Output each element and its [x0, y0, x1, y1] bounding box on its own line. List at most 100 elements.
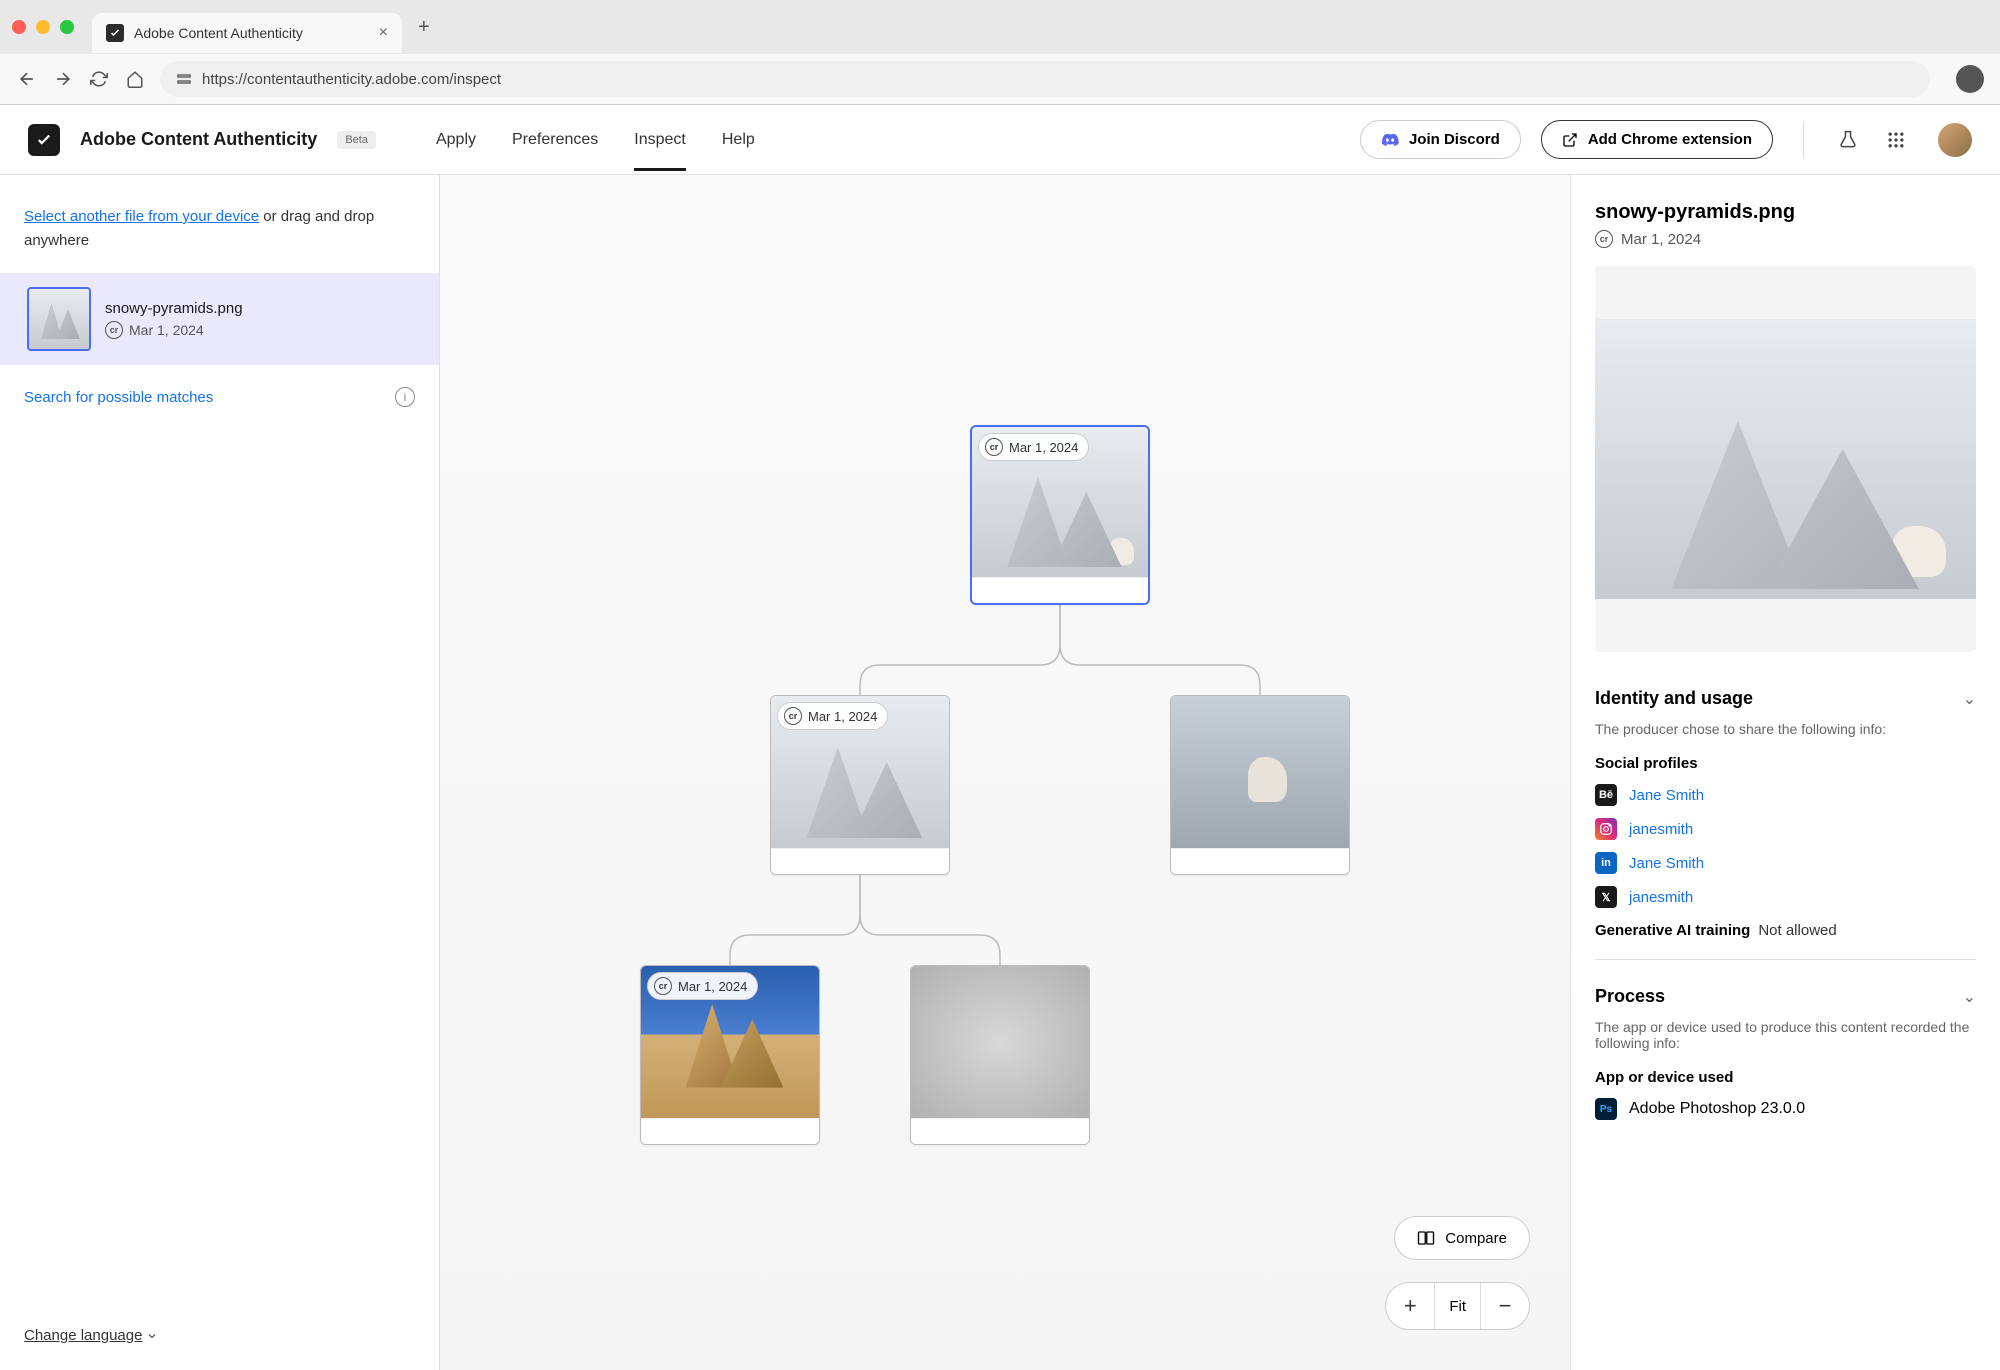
- node-bottom-right[interactable]: [910, 965, 1090, 1145]
- app-used-label: App or device used: [1595, 1069, 1976, 1086]
- node-bottom-left[interactable]: cr Mar 1, 2024: [640, 965, 820, 1145]
- identity-section-header[interactable]: Identity and usage ⌄: [1595, 680, 1976, 717]
- compare-button[interactable]: Compare: [1394, 1216, 1530, 1260]
- close-window[interactable]: [12, 20, 26, 34]
- lang-text: Change language: [24, 1327, 142, 1344]
- url-text: https://contentauthenticity.adobe.com/in…: [202, 71, 501, 88]
- back-icon[interactable]: [16, 68, 38, 90]
- forward-icon[interactable]: [52, 68, 74, 90]
- node-image: [1171, 696, 1349, 848]
- ai-training-field: Generative AI training Not allowed: [1595, 922, 1976, 939]
- search-matches-link[interactable]: Search for possible matches i: [0, 365, 439, 429]
- panel-date: cr Mar 1, 2024: [1595, 230, 1976, 248]
- zoom-fit-button[interactable]: Fit: [1434, 1283, 1481, 1329]
- add-extension-button[interactable]: Add Chrome extension: [1541, 120, 1773, 159]
- identity-subtitle: The producer chose to share the followin…: [1595, 721, 1976, 737]
- node-date: Mar 1, 2024: [1009, 440, 1078, 455]
- x-icon: 𝕏: [1595, 886, 1617, 908]
- divider: [1803, 122, 1804, 158]
- social-link: Jane Smith: [1629, 787, 1704, 804]
- provenance-canvas[interactable]: cr Mar 1, 2024 cr Mar 1, 2024 cr Mar 1, …: [440, 175, 1570, 1370]
- app-title: Adobe Content Authenticity: [80, 129, 317, 150]
- minimize-window[interactable]: [36, 20, 50, 34]
- new-tab-button[interactable]: +: [410, 16, 438, 39]
- tab-close-icon[interactable]: ×: [379, 24, 388, 42]
- file-info: snowy-pyramids.png cr Mar 1, 2024: [105, 300, 243, 339]
- preview-box: [1595, 266, 1976, 652]
- zoom-out-button[interactable]: −: [1481, 1282, 1529, 1330]
- social-linkedin[interactable]: in Jane Smith: [1595, 852, 1976, 874]
- social-behance[interactable]: Bē Jane Smith: [1595, 784, 1976, 806]
- node-footer: [972, 577, 1148, 603]
- user-avatar[interactable]: [1938, 123, 1972, 157]
- zoom-controls: + Fit −: [1385, 1282, 1530, 1330]
- discord-icon: [1381, 133, 1399, 147]
- file-date-text: Mar 1, 2024: [129, 322, 204, 338]
- join-discord-button[interactable]: Join Discord: [1360, 120, 1521, 159]
- divider: [1595, 959, 1976, 960]
- labs-icon[interactable]: [1834, 126, 1862, 154]
- node-footer: [641, 1118, 819, 1144]
- panel-date-text: Mar 1, 2024: [1621, 231, 1701, 248]
- tab-title: Adobe Content Authenticity: [134, 25, 369, 41]
- details-panel: snowy-pyramids.png cr Mar 1, 2024 Identi…: [1570, 175, 2000, 1370]
- node-mid-left[interactable]: cr Mar 1, 2024: [770, 695, 950, 875]
- process-section-header[interactable]: Process ⌄: [1595, 978, 1976, 1015]
- social-link: Jane Smith: [1629, 855, 1704, 872]
- panel-filename: snowy-pyramids.png: [1595, 201, 1976, 224]
- tab-favicon-icon: [106, 24, 124, 42]
- process-title: Process: [1595, 986, 1665, 1007]
- tab-bar: Adobe Content Authenticity × +: [0, 0, 2000, 54]
- node-mid-right[interactable]: [1170, 695, 1350, 875]
- node-footer: [1171, 848, 1349, 874]
- chevron-down-icon: [146, 1330, 158, 1342]
- nav-help[interactable]: Help: [722, 109, 755, 171]
- social-profiles-label: Social profiles: [1595, 755, 1976, 772]
- photoshop-icon: Ps: [1595, 1098, 1617, 1120]
- node-date-chip: cr Mar 1, 2024: [978, 433, 1089, 461]
- node-date-chip: cr Mar 1, 2024: [647, 972, 758, 1000]
- window-controls: [12, 20, 74, 34]
- info-icon[interactable]: i: [395, 387, 415, 407]
- beta-badge: Beta: [337, 131, 376, 149]
- cr-badge-icon: cr: [654, 977, 672, 995]
- select-file-link[interactable]: Select another file from your device: [24, 208, 259, 225]
- cr-badge-icon: cr: [784, 707, 802, 725]
- nav-preferences[interactable]: Preferences: [512, 109, 598, 171]
- social-link: janesmith: [1629, 821, 1693, 838]
- connectors: [440, 175, 1570, 1370]
- browser-tab[interactable]: Adobe Content Authenticity ×: [92, 13, 402, 53]
- cr-badge-icon: cr: [985, 438, 1003, 456]
- address-bar[interactable]: https://contentauthenticity.adobe.com/in…: [160, 61, 1930, 97]
- browser-chrome: Adobe Content Authenticity × + https://c…: [0, 0, 2000, 105]
- process-subtitle: The app or device used to produce this c…: [1595, 1019, 1976, 1051]
- browser-profile-avatar[interactable]: [1956, 65, 1984, 93]
- app-logo-icon: [28, 124, 60, 156]
- social-instagram[interactable]: janesmith: [1595, 818, 1976, 840]
- zoom-in-button[interactable]: +: [1386, 1282, 1434, 1330]
- social-x[interactable]: 𝕏 janesmith: [1595, 886, 1976, 908]
- preview-image: [1595, 319, 1976, 599]
- external-link-icon: [1562, 132, 1578, 148]
- home-icon[interactable]: [124, 68, 146, 90]
- apps-grid-icon[interactable]: [1882, 126, 1910, 154]
- nav-apply[interactable]: Apply: [436, 109, 476, 171]
- node-footer: [911, 1118, 1089, 1144]
- file-date: cr Mar 1, 2024: [105, 321, 243, 339]
- node-root[interactable]: cr Mar 1, 2024: [970, 425, 1150, 605]
- ai-training-value: Not allowed: [1758, 922, 1836, 939]
- file-name: snowy-pyramids.png: [105, 300, 243, 317]
- maximize-window[interactable]: [60, 20, 74, 34]
- app-header: Adobe Content Authenticity Beta Apply Pr…: [0, 105, 2000, 175]
- change-language-button[interactable]: Change language: [24, 1327, 158, 1344]
- chevron-down-icon: ⌄: [1963, 987, 1976, 1007]
- reload-icon[interactable]: [88, 68, 110, 90]
- extension-label: Add Chrome extension: [1588, 131, 1752, 148]
- chevron-down-icon: ⌄: [1963, 689, 1976, 709]
- behance-icon: Bē: [1595, 784, 1617, 806]
- node-date-chip: cr Mar 1, 2024: [777, 702, 888, 730]
- identity-title: Identity and usage: [1595, 688, 1753, 709]
- sidebar-left: Select another file from your device or …: [0, 175, 440, 1370]
- file-item[interactable]: snowy-pyramids.png cr Mar 1, 2024: [0, 273, 439, 365]
- nav-inspect[interactable]: Inspect: [634, 109, 686, 171]
